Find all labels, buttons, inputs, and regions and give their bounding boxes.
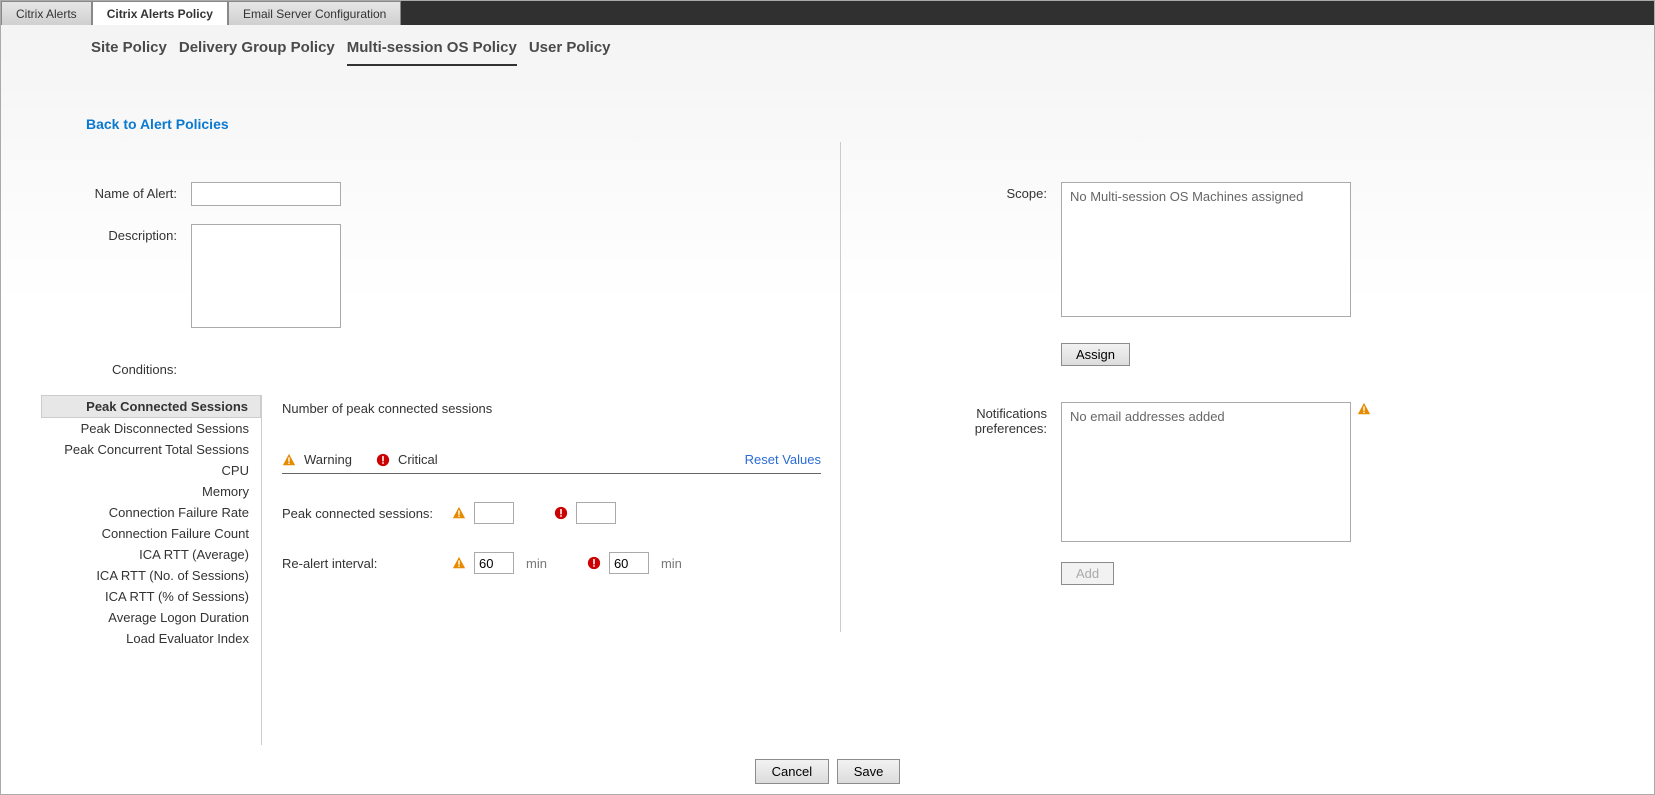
- scope-label: Scope:: [961, 182, 1061, 201]
- condition-connection-failure-rate[interactable]: Connection Failure Rate: [41, 502, 261, 523]
- condition-memory[interactable]: Memory: [41, 481, 261, 502]
- cancel-button[interactable]: Cancel: [755, 759, 829, 784]
- condition-load-evaluator-index[interactable]: Load Evaluator Index: [41, 628, 261, 649]
- name-of-alert-input[interactable]: [191, 182, 341, 206]
- peak-connected-sessions-warning-input[interactable]: [474, 502, 514, 524]
- subtab-delivery-group-policy[interactable]: Delivery Group Policy: [179, 33, 335, 66]
- name-of-alert-label: Name of Alert:: [1, 182, 191, 201]
- condition-peak-disconnected-sessions[interactable]: Peak Disconnected Sessions: [41, 418, 261, 439]
- condition-peak-connected-sessions[interactable]: Peak Connected Sessions: [41, 395, 261, 418]
- scope-box: No Multi-session OS Machines assigned: [1061, 182, 1351, 317]
- subtab-user-policy[interactable]: User Policy: [529, 33, 611, 66]
- condition-ica-rtt-percent[interactable]: ICA RTT (% of Sessions): [41, 586, 261, 607]
- condition-peak-concurrent-total-sessions[interactable]: Peak Concurrent Total Sessions: [41, 439, 261, 460]
- tab-citrix-alerts-policy[interactable]: Citrix Alerts Policy: [92, 1, 228, 25]
- realert-interval-warning-input[interactable]: [474, 552, 514, 574]
- subtab-multi-session-os-policy[interactable]: Multi-session OS Policy: [347, 33, 517, 66]
- top-tab-bar: Citrix Alerts Citrix Alerts Policy Email…: [1, 1, 1654, 25]
- warning-icon: [452, 506, 466, 520]
- notifications-preferences-label: Notifications preferences:: [961, 402, 1061, 436]
- add-button[interactable]: Add: [1061, 562, 1114, 585]
- conditions-label: Conditions:: [1, 358, 191, 377]
- critical-icon: [376, 453, 390, 467]
- condition-avg-logon-duration[interactable]: Average Logon Duration: [41, 607, 261, 628]
- subtab-site-policy[interactable]: Site Policy: [91, 33, 167, 66]
- description-input[interactable]: [191, 224, 341, 328]
- critical-icon: [587, 556, 601, 570]
- condition-description: Number of peak connected sessions: [282, 401, 821, 416]
- description-label: Description:: [1, 224, 191, 243]
- realert-interval-row-label: Re-alert interval:: [282, 556, 452, 571]
- policy-sub-tabs: Site Policy Delivery Group Policy Multi-…: [1, 25, 1654, 66]
- warning-icon: [452, 556, 466, 570]
- condition-ica-rtt-average[interactable]: ICA RTT (Average): [41, 544, 261, 565]
- notifications-box: No email addresses added: [1061, 402, 1351, 542]
- conditions-list: Peak Connected Sessions Peak Disconnecte…: [41, 395, 261, 745]
- footer-buttons: Cancel Save: [1, 759, 1654, 784]
- reset-values-link[interactable]: Reset Values: [745, 452, 821, 467]
- back-to-alert-policies-link[interactable]: Back to Alert Policies: [86, 116, 229, 132]
- critical-label: Critical: [398, 452, 438, 467]
- condition-ica-rtt-sessions[interactable]: ICA RTT (No. of Sessions): [41, 565, 261, 586]
- tab-citrix-alerts[interactable]: Citrix Alerts: [1, 1, 92, 25]
- warning-icon: [1357, 402, 1371, 416]
- save-button[interactable]: Save: [837, 759, 901, 784]
- realert-interval-critical-input[interactable]: [609, 552, 649, 574]
- warning-label: Warning: [304, 452, 352, 467]
- unit-min: min: [661, 556, 682, 571]
- condition-cpu[interactable]: CPU: [41, 460, 261, 481]
- condition-connection-failure-count[interactable]: Connection Failure Count: [41, 523, 261, 544]
- warning-icon: [282, 453, 296, 467]
- unit-min: min: [526, 556, 547, 571]
- assign-button[interactable]: Assign: [1061, 343, 1130, 366]
- tab-email-server-configuration[interactable]: Email Server Configuration: [228, 1, 401, 25]
- critical-icon: [554, 506, 568, 520]
- peak-connected-sessions-critical-input[interactable]: [576, 502, 616, 524]
- peak-connected-sessions-row-label: Peak connected sessions:: [282, 506, 452, 521]
